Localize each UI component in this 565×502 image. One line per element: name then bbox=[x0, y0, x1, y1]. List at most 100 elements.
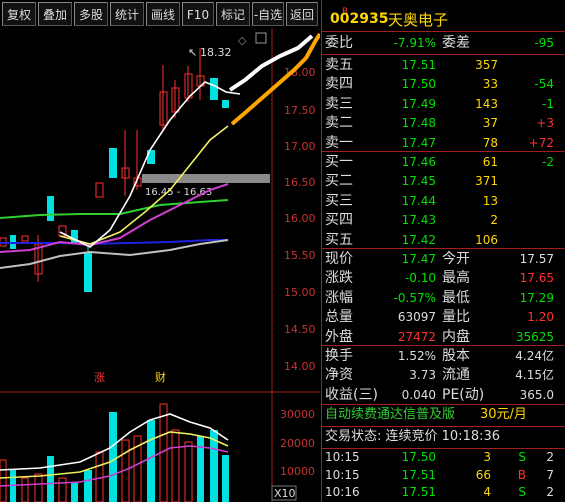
sell-level-row[interactable]: 卖三 17.49 143 -1 bbox=[322, 94, 565, 114]
buy-level-row[interactable]: 买二 17.45 371 bbox=[322, 171, 565, 191]
high-price-label: 18.32 bbox=[200, 46, 232, 59]
sell-level-row[interactable]: 卖二 17.48 37 +3 bbox=[322, 113, 565, 133]
quote-label: 涨跌 bbox=[325, 270, 353, 287]
sell-price: 17.47 bbox=[401, 135, 436, 150]
quote-value: 35625 bbox=[515, 329, 554, 344]
stats-value: 4.24亿 bbox=[515, 349, 554, 363]
buy-volume: 106 bbox=[475, 232, 498, 247]
stock-code[interactable]: 002935 bbox=[330, 11, 388, 27]
stats-row: 换手 1.52% 股本 4.24亿 bbox=[322, 346, 565, 366]
price-tick: 14.00 bbox=[284, 360, 316, 373]
tick-row: 10:15 17.50 3 S 2 bbox=[322, 449, 565, 466]
trade-status-row: 交易状态: 连续竞价 10:18:36 bbox=[322, 427, 565, 447]
stats-label: 流通 bbox=[442, 367, 470, 384]
candle bbox=[222, 100, 229, 108]
tick-side: S bbox=[518, 450, 526, 464]
stats-label: 股本 bbox=[442, 348, 470, 364]
price-tick: 15.50 bbox=[284, 249, 316, 262]
buy-level-row[interactable]: 买三 17.44 13 bbox=[322, 191, 565, 211]
stats-value: 1.52% bbox=[397, 349, 436, 363]
ma-line-green bbox=[0, 199, 229, 219]
price-tick: 14.50 bbox=[284, 323, 316, 336]
finance-marker[interactable]: 财 bbox=[155, 370, 166, 384]
tick-volume: 66 bbox=[475, 467, 491, 482]
weibi-value: -7.91% bbox=[393, 36, 436, 50]
ma-line-white bbox=[59, 81, 241, 248]
buy-volume: 2 bbox=[490, 213, 498, 228]
quote-label: 外盘 bbox=[325, 328, 353, 345]
sell-change: +72 bbox=[528, 135, 554, 150]
sell-level-row[interactable]: 卖五 17.51 357 bbox=[322, 55, 565, 75]
volume-tick: 10000 bbox=[280, 465, 315, 478]
tick-time: 10:15 bbox=[325, 467, 360, 482]
ad-row[interactable]: 自动续费通达信普及版 30元/月 bbox=[322, 405, 565, 425]
gap-band bbox=[142, 174, 270, 183]
tick-count: 7 bbox=[546, 467, 554, 482]
tick-side: S bbox=[518, 485, 526, 499]
sell-volume: 143 bbox=[475, 96, 498, 111]
tick-price: 17.51 bbox=[401, 485, 436, 499]
stats-value: 4.15亿 bbox=[515, 368, 554, 383]
candle bbox=[71, 230, 78, 244]
tick-count: 2 bbox=[546, 450, 554, 464]
weibi-row: 委比 -7.91% 委差 -95 bbox=[322, 33, 565, 53]
stock-name[interactable]: 天奥电子 bbox=[388, 9, 448, 30]
price-tick: 17.00 bbox=[284, 140, 316, 153]
stats-label: PE(动) bbox=[442, 386, 485, 403]
quote-value: 17.29 bbox=[519, 290, 554, 305]
stats-value: 0.040 bbox=[401, 387, 436, 402]
buy-price: 17.46 bbox=[401, 155, 436, 169]
sell-change: +3 bbox=[536, 116, 554, 131]
quote-row: 总量 63097 量比 1.20 bbox=[322, 307, 565, 327]
ad-price[interactable]: 30元/月 bbox=[480, 405, 527, 425]
buy-level-row[interactable]: 买四 17.43 2 bbox=[322, 210, 565, 230]
stats-label: 净资 bbox=[325, 367, 353, 384]
window-toggle-icon[interactable] bbox=[255, 32, 267, 44]
sell-level-label: 卖一 bbox=[325, 134, 353, 151]
buy-level-label: 买一 bbox=[325, 154, 353, 170]
buy-level-label: 买四 bbox=[325, 212, 353, 229]
quote-label: 最高 bbox=[442, 270, 470, 287]
tick-time: 10:16 bbox=[325, 485, 360, 499]
buy-volume: 61 bbox=[482, 155, 498, 169]
quote-label: 量比 bbox=[442, 309, 470, 326]
candle bbox=[95, 182, 104, 198]
buy-price: 17.42 bbox=[401, 232, 436, 247]
sell-level-row[interactable]: 卖一 17.47 78 +72 bbox=[322, 133, 565, 153]
sell-price: 17.48 bbox=[401, 116, 436, 131]
quote-value: 17.57 bbox=[519, 252, 554, 266]
buy-price: 17.43 bbox=[401, 213, 436, 228]
volume-tick: 30000 bbox=[280, 408, 315, 421]
stats-value: 3.73 bbox=[409, 368, 436, 383]
buy-volume: 13 bbox=[482, 193, 498, 208]
quote-row: 外盘 27472 内盘 35625 bbox=[322, 327, 565, 347]
buy-level-row[interactable]: 买五 17.42 106 bbox=[322, 230, 565, 250]
candle bbox=[210, 78, 218, 100]
stats-label: 收益(三) bbox=[325, 386, 378, 403]
candle bbox=[47, 196, 54, 221]
candle bbox=[147, 150, 155, 164]
buy-level-label: 买三 bbox=[325, 192, 353, 209]
sell-level-row[interactable]: 卖四 17.50 33 -54 bbox=[322, 74, 565, 94]
sell-level-label: 卖三 bbox=[325, 95, 353, 112]
ad-text[interactable]: 自动续费通达信普及版 bbox=[325, 405, 455, 425]
quote-label: 内盘 bbox=[442, 328, 470, 345]
trade-status: 交易状态: 连续竞价 10:18:36 bbox=[325, 429, 501, 444]
limit-up-marker[interactable]: 涨 bbox=[94, 371, 105, 384]
buy-change: -2 bbox=[542, 155, 554, 169]
buy-level-row[interactable]: 买一 17.46 61 -2 bbox=[322, 152, 565, 172]
quote-panel: R 002935 天奥电子 委比 -7.91% 委差 -95 卖五 17.51 35… bbox=[321, 0, 565, 502]
tick-side: B bbox=[517, 467, 526, 482]
weicha-label: 委差 bbox=[442, 35, 470, 51]
quote-value: 17.47 bbox=[401, 252, 436, 266]
sell-change: -54 bbox=[534, 77, 554, 92]
diamond-icon: ◇ bbox=[238, 34, 247, 47]
sell-volume: 357 bbox=[475, 58, 498, 72]
quote-value: 17.65 bbox=[519, 271, 554, 286]
sell-price: 17.51 bbox=[401, 58, 436, 72]
kline-chart[interactable]: 复权 叠加 多股 统计 画线 F10 标记 -自选 返回 18.00 17.50… bbox=[0, 0, 320, 502]
quote-label: 总量 bbox=[325, 309, 353, 326]
price-tick: 15.00 bbox=[284, 286, 316, 299]
sell-volume: 78 bbox=[482, 135, 498, 150]
buy-price: 17.45 bbox=[401, 174, 436, 189]
